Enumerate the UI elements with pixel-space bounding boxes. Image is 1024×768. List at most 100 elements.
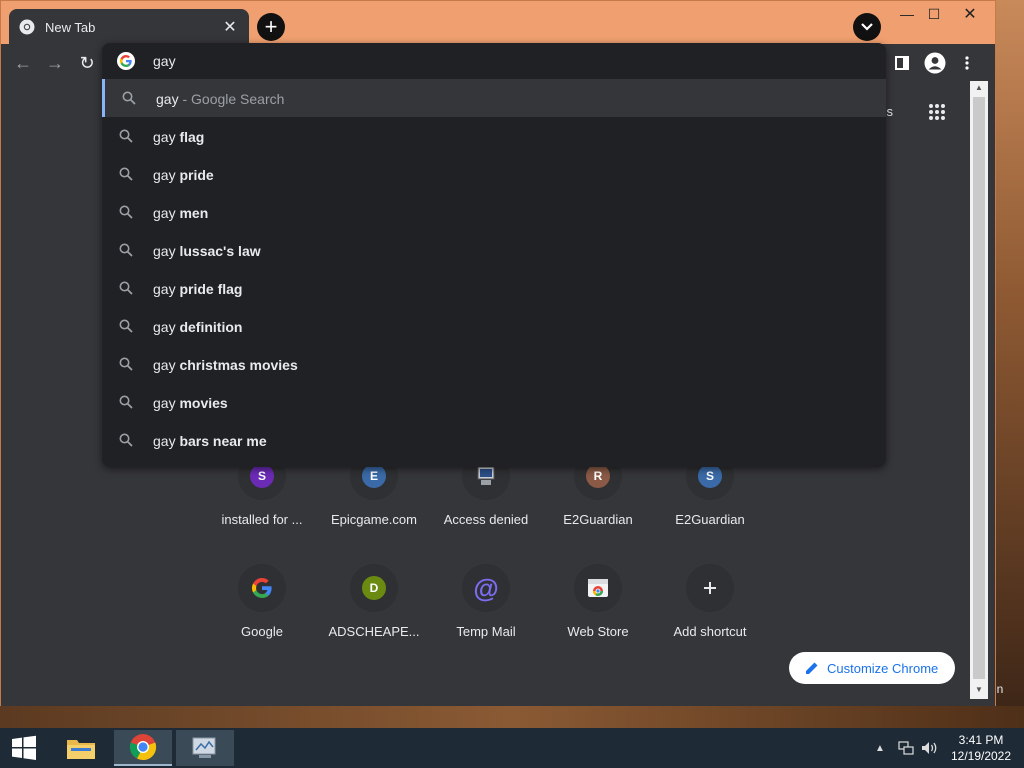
desktop-background-bottom xyxy=(0,706,1024,728)
start-button[interactable] xyxy=(0,730,48,766)
suggestion-item[interactable]: gay lussac's law xyxy=(102,231,886,269)
shortcut-label: Google xyxy=(241,624,283,639)
profile-button[interactable] xyxy=(924,52,946,74)
tab-search-button[interactable] xyxy=(853,13,881,41)
omnibox-dropdown: gay gay - Google Search gay flag gay pri… xyxy=(102,43,886,467)
at-icon: @ xyxy=(473,573,499,603)
volume-icon[interactable] xyxy=(920,730,940,766)
search-icon xyxy=(122,91,136,105)
letter-avatar-icon: E xyxy=(362,464,386,488)
shortcut-icon-circle: D xyxy=(350,564,398,612)
suggestion-text: gay men xyxy=(153,205,209,221)
apps-grid-icon[interactable] xyxy=(928,103,946,121)
clock-time: 3:41 PM xyxy=(958,733,1004,747)
monitor-app-icon xyxy=(192,737,216,758)
search-icon xyxy=(119,167,133,181)
pencil-icon xyxy=(806,662,818,674)
suggestion-item[interactable]: gay pride flag xyxy=(102,269,886,307)
file-explorer-button[interactable] xyxy=(56,730,106,766)
shortcut-label: ADSCHEAPE... xyxy=(328,624,420,639)
scroll-up-arrow-icon[interactable]: ▲ xyxy=(970,83,988,95)
suggestion-text: gay christmas movies xyxy=(153,357,298,373)
minimize-button[interactable]: — xyxy=(891,1,923,27)
suggestion-item[interactable]: gay - Google Search xyxy=(102,79,886,117)
shortcut-icon-circle xyxy=(686,564,734,612)
suggestion-text: gay pride xyxy=(153,167,214,183)
suggestion-text: gay flag xyxy=(153,129,205,145)
shortcut-tile[interactable]: Google xyxy=(206,564,318,639)
more-vert-icon xyxy=(965,56,969,70)
taskbar-app-button[interactable] xyxy=(176,730,234,766)
suggestion-text: gay lussac's law xyxy=(153,243,261,259)
google-icon xyxy=(252,577,272,598)
customize-chrome-button[interactable]: Customize Chrome xyxy=(789,652,955,684)
suggestion-item[interactable]: gay definition xyxy=(102,307,886,345)
google-g-icon xyxy=(117,52,135,70)
shortcut-icon-circle xyxy=(574,564,622,612)
suggestion-item[interactable]: gay flag xyxy=(102,117,886,155)
suggestion-text: gay - Google Search xyxy=(156,91,285,107)
customize-label: Customize Chrome xyxy=(827,660,939,676)
tab-close-icon[interactable]: ✕ xyxy=(221,17,239,37)
taskbar: ▲ xyxy=(0,728,1024,768)
scroll-thumb[interactable] xyxy=(973,97,985,679)
windows-logo-icon xyxy=(12,735,36,760)
side-panel-button[interactable] xyxy=(891,52,913,74)
shortcut-tile[interactable]: Web Store xyxy=(542,564,654,639)
network-monitor-icon xyxy=(898,741,914,755)
system-clock[interactable]: 3:41 PM 12/19/2022 xyxy=(948,732,1014,764)
folder-icon xyxy=(67,740,95,759)
search-icon xyxy=(119,281,133,295)
close-window-button[interactable]: ✕ xyxy=(947,1,993,27)
address-bar[interactable]: gay xyxy=(102,43,886,79)
chrome-icon xyxy=(129,734,157,761)
suggestion-item[interactable]: gay christmas movies xyxy=(102,345,886,383)
new-tab-button[interactable]: + xyxy=(257,13,285,41)
clock-date: 12/19/2022 xyxy=(950,749,1012,763)
suggestion-text: gay pride flag xyxy=(153,281,243,297)
plus-icon xyxy=(704,582,716,594)
show-hidden-icons-button[interactable]: ▲ xyxy=(872,730,888,766)
search-icon xyxy=(119,433,133,447)
menu-button[interactable] xyxy=(956,52,978,74)
letter-avatar-icon: S xyxy=(250,464,274,488)
title-bar: New Tab ✕ + — ☐ ✕ xyxy=(1,1,995,45)
suggestion-item[interactable]: gay pride xyxy=(102,155,886,193)
search-icon xyxy=(119,395,133,409)
suggestion-item[interactable]: gay movies xyxy=(102,383,886,421)
side-panel-icon xyxy=(895,56,909,70)
suggestion-text: gay definition xyxy=(153,319,243,335)
back-button[interactable]: ← xyxy=(12,52,34,74)
network-icon[interactable] xyxy=(896,730,916,766)
shortcut-tile[interactable]: @ Temp Mail xyxy=(430,564,542,639)
shortcut-label: E2Guardian xyxy=(563,512,633,527)
page-scrollbar[interactable]: ▲ ▼ xyxy=(970,81,988,699)
forward-button[interactable]: → xyxy=(44,52,66,74)
shortcut-icon-circle: @ xyxy=(462,564,510,612)
add-shortcut-button[interactable]: Add shortcut xyxy=(654,564,766,639)
shortcut-label: installed for ... xyxy=(221,512,303,527)
speaker-icon xyxy=(922,742,937,754)
profile-avatar-icon xyxy=(924,52,946,74)
chevron-down-icon xyxy=(861,23,873,31)
suggestion-item[interactable]: gay bars near me xyxy=(102,421,886,459)
suggestion-text: gay movies xyxy=(153,395,228,411)
shortcut-label: E2Guardian xyxy=(675,512,745,527)
shortcut-label: Web Store xyxy=(567,624,629,639)
chrome-icon xyxy=(19,19,35,35)
tab-title: New Tab xyxy=(45,19,96,35)
tab-new-tab[interactable]: New Tab ✕ xyxy=(9,9,249,45)
reload-button[interactable]: ↻ xyxy=(76,52,98,74)
suggestion-item[interactable]: gay men xyxy=(102,193,886,231)
shortcut-label: Add shortcut xyxy=(673,624,747,639)
search-icon xyxy=(119,205,133,219)
shortcut-label: Temp Mail xyxy=(456,624,516,639)
shortcut-label: Access denied xyxy=(443,512,529,527)
suggestion-text: gay bars near me xyxy=(153,433,267,449)
search-icon xyxy=(119,243,133,257)
shortcut-tile[interactable]: D ADSCHEAPE... xyxy=(318,564,430,639)
scroll-down-arrow-icon[interactable]: ▼ xyxy=(970,685,988,697)
search-icon xyxy=(119,129,133,143)
maximize-button[interactable]: ☐ xyxy=(923,1,945,27)
chrome-taskbar-button[interactable] xyxy=(114,730,172,766)
